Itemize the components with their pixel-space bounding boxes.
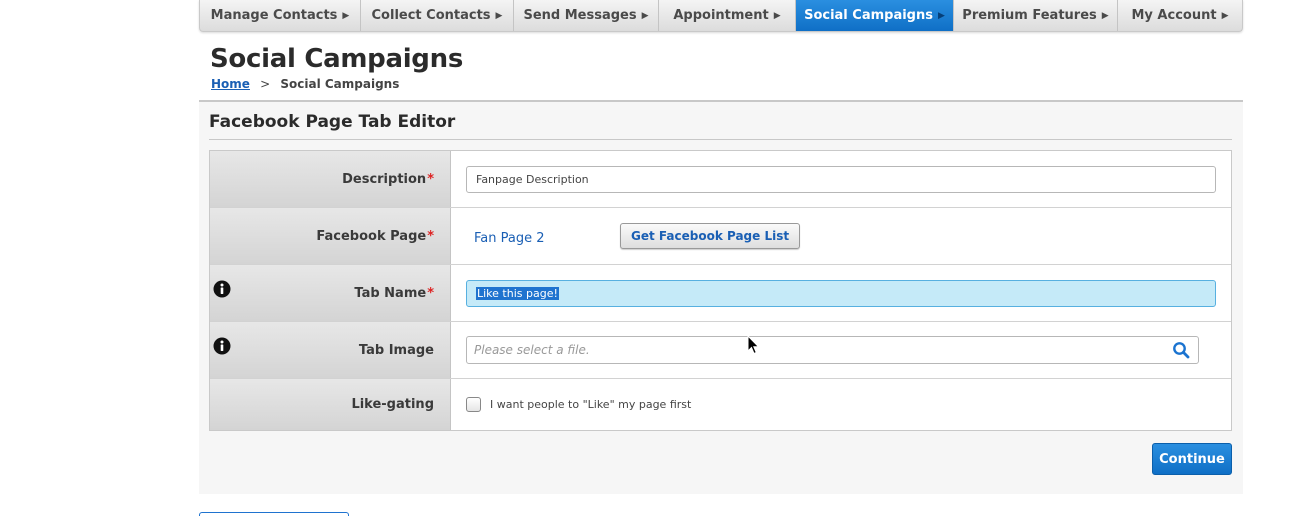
like-gating-option: I want people to "Like" my page first bbox=[466, 397, 691, 412]
description-input[interactable]: Fanpage Description bbox=[466, 165, 1216, 193]
main-nav: Manage Contacts ▶ Collect Contacts ▶ Sen… bbox=[199, 0, 1243, 32]
tab-label: Manage Contacts bbox=[210, 8, 338, 23]
tab-arrow-icon: ▶ bbox=[342, 10, 350, 21]
tab-arrow-icon: ▶ bbox=[937, 10, 945, 21]
form-row-like-gating: Like-gating I want people to "Like" my p… bbox=[210, 379, 1231, 430]
page-title: Social Campaigns bbox=[210, 44, 464, 74]
info-icon[interactable] bbox=[213, 280, 231, 298]
tab-label: Appointment bbox=[673, 8, 769, 23]
tab-image-placeholder: Please select a file. bbox=[474, 343, 590, 357]
breadcrumb-home-link[interactable]: Home bbox=[211, 77, 250, 91]
tab-image-label-cell: Tab Image bbox=[210, 322, 451, 378]
tab-name-label: Tab Name bbox=[354, 285, 427, 301]
tab-name-field-cell: Like this page! bbox=[451, 265, 1231, 321]
breadcrumb-current: Social Campaigns bbox=[280, 77, 400, 91]
tab-name-label-cell: Tab Name * bbox=[210, 265, 451, 321]
tab-image-field-cell: Please select a file. bbox=[451, 322, 1231, 378]
get-facebook-page-list-button[interactable]: Get Facebook Page List bbox=[620, 223, 801, 249]
tab-manage-contacts[interactable]: Manage Contacts ▶ bbox=[200, 0, 361, 31]
tab-arrow-icon: ▶ bbox=[1221, 10, 1229, 21]
selected-facebook-page[interactable]: Fan Page 2 bbox=[474, 231, 620, 246]
tab-send-messages[interactable]: Send Messages ▶ bbox=[514, 0, 659, 31]
tab-arrow-icon: ▶ bbox=[641, 10, 649, 21]
tab-label: Collect Contacts bbox=[371, 8, 491, 23]
form-row-facebook-page: Facebook Page * Fan Page 2 Get Facebook P… bbox=[210, 208, 1231, 265]
tab-image-file-input[interactable]: Please select a file. bbox=[466, 336, 1199, 364]
tab-appointment[interactable]: Appointment ▶ bbox=[659, 0, 796, 31]
tab-label: Premium Features bbox=[962, 8, 1097, 23]
section-title: Facebook Page Tab Editor bbox=[209, 112, 456, 132]
required-marker: * bbox=[427, 228, 434, 244]
like-gating-label-cell: Like-gating bbox=[210, 379, 451, 430]
tab-label: Social Campaigns bbox=[804, 8, 933, 23]
tab-arrow-icon: ▶ bbox=[773, 10, 781, 21]
like-gating-field-cell: I want people to "Like" my page first bbox=[451, 379, 1231, 430]
description-label-cell: Description * bbox=[210, 151, 451, 207]
required-marker: * bbox=[427, 171, 434, 187]
breadcrumb: Home > Social Campaigns bbox=[211, 77, 399, 91]
form-row-tab-name: Tab Name * Like this page! bbox=[210, 265, 1231, 322]
mouse-pointer-icon bbox=[747, 335, 760, 355]
tab-arrow-icon: ▶ bbox=[495, 10, 503, 21]
search-icon[interactable] bbox=[1172, 341, 1190, 359]
section-divider bbox=[209, 139, 1232, 140]
required-marker: * bbox=[427, 285, 434, 301]
tab-collect-contacts[interactable]: Collect Contacts ▶ bbox=[361, 0, 514, 31]
tab-social-campaigns[interactable]: Social Campaigns ▶ bbox=[796, 0, 954, 31]
description-label: Description bbox=[342, 171, 427, 187]
tab-label: Send Messages bbox=[523, 8, 637, 23]
tab-label: My Account bbox=[1131, 8, 1217, 23]
breadcrumb-separator: > bbox=[260, 77, 271, 91]
continue-button[interactable]: Continue bbox=[1152, 443, 1232, 475]
like-gating-checkbox-label[interactable]: I want people to "Like" my page first bbox=[490, 398, 691, 411]
tab-arrow-icon: ▶ bbox=[1101, 10, 1109, 21]
facebook-page-label-cell: Facebook Page * bbox=[210, 208, 451, 264]
info-icon[interactable] bbox=[213, 337, 231, 355]
facebook-page-label: Facebook Page bbox=[316, 228, 427, 244]
like-gating-checkbox[interactable] bbox=[466, 397, 481, 412]
tab-name-value: Like this page! bbox=[476, 286, 559, 300]
form-row-tab-image: Tab Image Please select a file. bbox=[210, 322, 1231, 379]
tab-my-account[interactable]: My Account ▶ bbox=[1118, 0, 1242, 31]
description-field-cell: Fanpage Description bbox=[451, 151, 1231, 207]
like-gating-label: Like-gating bbox=[351, 397, 434, 412]
editor-panel: Facebook Page Tab Editor Description * Fa… bbox=[199, 100, 1243, 494]
bottom-button-edge bbox=[199, 512, 349, 516]
tab-editor-form: Description * Fanpage Description Faceboo… bbox=[209, 150, 1232, 431]
description-value: Fanpage Description bbox=[476, 172, 589, 186]
tab-name-input[interactable]: Like this page! bbox=[466, 279, 1216, 307]
form-row-description: Description * Fanpage Description bbox=[210, 151, 1231, 208]
tab-premium-features[interactable]: Premium Features ▶ bbox=[954, 0, 1118, 31]
facebook-page-field-cell: Fan Page 2 Get Facebook Page List bbox=[451, 208, 1231, 264]
tab-image-label: Tab Image bbox=[358, 342, 434, 358]
